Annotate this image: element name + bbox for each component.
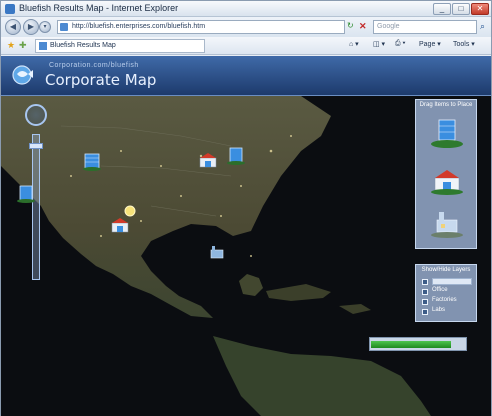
building-marker[interactable] (225, 146, 247, 166)
minimize-button[interactable]: _ (433, 3, 451, 15)
layer-checkbox[interactable] (422, 279, 428, 285)
back-button[interactable]: ◀ (5, 19, 21, 35)
forward-button[interactable]: ▶ (23, 19, 39, 35)
bluefish-logo-icon (12, 65, 33, 85)
history-dropdown-icon[interactable]: ▾ (39, 21, 51, 33)
app-subtitle: Corporation.com/bluefish (49, 62, 139, 69)
search-icon[interactable]: ⌕ (480, 21, 485, 32)
print-icon[interactable]: ⎙ ▾ (395, 40, 406, 48)
close-button[interactable]: ✕ (471, 3, 489, 15)
building-marker[interactable] (81, 152, 103, 172)
search-input[interactable]: Google (373, 20, 477, 34)
tools-menu[interactable]: Tools ▾ (453, 40, 475, 48)
progress-fill (371, 341, 451, 348)
favorites-star-icon[interactable]: ★ (7, 40, 15, 51)
building-marker[interactable] (15, 184, 37, 204)
blue-building-icon[interactable] (429, 118, 465, 150)
layers-panel-title: Show/Hide Layers (421, 267, 471, 273)
maximize-button[interactable]: □ (452, 3, 470, 15)
warehouse-marker[interactable] (197, 151, 219, 171)
pan-control[interactable] (25, 104, 47, 126)
window-title: Bluefish Results Map - Internet Explorer (19, 3, 179, 13)
app-header: Corporation.com/bluefish Corporate Map (1, 56, 491, 96)
add-favorite-icon[interactable]: ✚ (19, 40, 27, 51)
page-icon (60, 23, 68, 31)
browser-window: Bluefish Results Map - Internet Explorer… (0, 0, 492, 416)
layers-panel: Show/Hide Layers Office Factories Labs (415, 264, 477, 322)
red-warehouse-icon[interactable] (429, 166, 465, 196)
refresh-icon[interactable]: ↻ (347, 21, 357, 33)
layer-checkbox-factories[interactable] (422, 299, 428, 305)
layer-label-factories: Factories (432, 297, 457, 303)
browser-icon (5, 4, 15, 14)
loading-progress-bar (369, 337, 467, 351)
place-items-panel-title: Drag Items to Place (419, 102, 473, 108)
title-bar: Bluefish Results Map - Internet Explorer… (1, 1, 491, 17)
layer-label-office: Office (432, 287, 448, 293)
selected-location-pin-icon[interactable] (123, 204, 137, 218)
feeds-icon[interactable]: ◫ ▾ (373, 40, 385, 48)
map-page: Corporation.com/bluefish Corporate Map D… (1, 56, 491, 416)
factory-marker[interactable] (209, 244, 225, 260)
tab-active[interactable]: Bluefish Results Map (35, 39, 205, 53)
stop-icon[interactable]: ✕ (359, 21, 369, 33)
tab-page-icon (39, 42, 47, 50)
layer-label-labs: Labs (432, 307, 446, 313)
zoom-slider-thumb[interactable] (29, 143, 43, 149)
layer-dropdown[interactable] (432, 278, 472, 285)
factory-icon[interactable] (429, 208, 465, 240)
layer-checkbox-office[interactable] (422, 289, 428, 295)
layer-checkbox-labs[interactable] (422, 309, 428, 315)
address-input[interactable]: http://bluefish.enterprises.com/bluefish… (57, 20, 345, 34)
zoom-slider[interactable] (32, 134, 40, 280)
address-text: http://bluefish.enterprises.com/bluefish… (72, 23, 206, 30)
warehouse-marker[interactable] (109, 216, 131, 236)
place-items-panel: Drag Items to Place (415, 99, 477, 249)
address-toolbar: ◀ ▶ ▾ http://bluefish.enterprises.com/bl… (1, 17, 491, 37)
tab-label: Bluefish Results Map (50, 42, 116, 49)
app-title: Corporate Map (45, 71, 157, 89)
tab-bar: ★ ✚ Bluefish Results Map ⌂ ▾ ◫ ▾ ⎙ ▾ Pag… (1, 37, 491, 55)
home-icon[interactable]: ⌂ ▾ (349, 40, 359, 48)
page-menu[interactable]: Page ▾ (419, 40, 441, 48)
